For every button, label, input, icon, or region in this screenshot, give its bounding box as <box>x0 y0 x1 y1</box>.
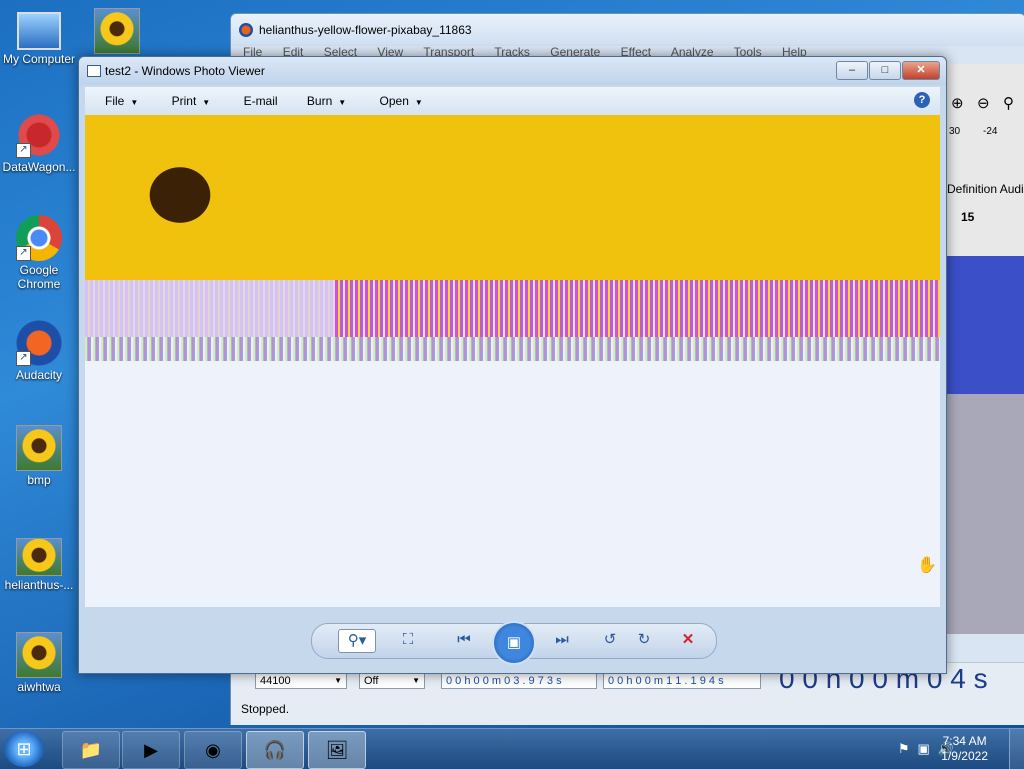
chevron-down-icon: ▼ <box>334 676 342 685</box>
audio-track-waveform[interactable] <box>947 256 1024 394</box>
minimize-button[interactable]: – <box>836 61 868 80</box>
desktop-icon-datawagon[interactable]: ↗ DataWagon... <box>0 112 78 174</box>
audacity-title: helianthus-yellow-flower-pixabay_11863 <box>259 23 472 37</box>
taskbar-audacity-button[interactable]: 🎧 <box>246 731 304 769</box>
desktop-icon-my-computer[interactable]: My Computer <box>0 8 78 66</box>
rotate-counterclockwise-button[interactable]: ↺ <box>596 629 624 651</box>
network-icon[interactable]: ▣ <box>918 741 930 757</box>
meter-tick: -24 <box>983 126 998 137</box>
desktop-icon-bmp[interactable]: bmp <box>0 425 78 487</box>
photo-viewer-controls: ⚲▾ ⛶ ⏮ ▣ ⏭ ↺ ↻ ✕ <box>311 621 717 665</box>
taskbar-chrome-button[interactable]: ◉ <box>184 731 242 769</box>
shortcut-arrow-icon: ↗ <box>16 351 31 366</box>
desktop-icon-label: My Computer <box>2 52 76 66</box>
zoom-out-icon[interactable]: ⊖ <box>977 94 990 112</box>
hand-cursor-icon: ✋ <box>917 557 937 574</box>
audacity-status-bar: Stopped. <box>241 702 290 716</box>
snap-to-value: Off <box>364 675 379 687</box>
timeline-ruler-mark: 15 <box>961 210 975 224</box>
desktop-icon-label: Google Chrome <box>17 263 61 291</box>
sunflower-image <box>85 115 940 280</box>
photo-viewer-title: test2 - Windows Photo Viewer <box>105 64 265 78</box>
audio-device-label[interactable]: Definition Audi <box>947 182 1024 196</box>
photo-viewer-window[interactable]: test2 - Windows Photo Viewer – □ ✕ File ▼… <box>78 56 947 674</box>
audacity-icon: ↗ <box>16 320 62 366</box>
chevron-down-icon[interactable]: ▼ <box>202 98 210 107</box>
taskbar: ⊞ 📁 ▶ ◉ 🎧 🖼 ⚑ ▣ 🔊 7:34 AM 1/9/2022 <box>0 728 1024 769</box>
photo-viewer-app-icon <box>87 65 101 77</box>
chevron-down-icon[interactable]: ▼ <box>130 98 138 107</box>
taskbar-photo-viewer-button[interactable]: 🖼 <box>308 731 366 769</box>
image-file-icon <box>94 8 140 54</box>
taskbar-explorer-button[interactable]: 📁 <box>62 731 120 769</box>
chevron-down-icon[interactable]: ▼ <box>338 98 346 107</box>
desktop-icon-aiwhtwa[interactable]: aiwhtwa <box>0 632 78 694</box>
rotate-clockwise-button[interactable]: ↻ <box>630 629 658 651</box>
photo-viewer-command-bar: File ▼ Print ▼ E-mail Burn ▼ Open ▼ ? <box>85 87 940 115</box>
menu-burn[interactable]: Burn <box>307 94 332 108</box>
menu-file[interactable]: File <box>105 94 124 108</box>
chevron-down-icon: ▼ <box>412 676 420 685</box>
computer-icon <box>17 12 61 50</box>
next-button[interactable]: ⏭ <box>548 629 576 651</box>
image-file-icon <box>16 538 62 576</box>
taskbar-clock[interactable]: 7:34 AM 1/9/2022 <box>941 734 988 764</box>
image-file-icon <box>16 425 62 471</box>
meter-tick: 30 <box>949 126 961 137</box>
show-desktop-button[interactable] <box>1009 729 1024 769</box>
clock-time: 7:34 AM <box>942 734 987 748</box>
desktop-icon-label: Audacity <box>15 368 63 382</box>
chrome-icon: ↗ <box>16 215 62 261</box>
corrupted-image-region <box>85 280 940 337</box>
desktop-icon-label: aiwhtwa <box>17 680 61 694</box>
slideshow-button[interactable]: ▣ <box>492 621 536 665</box>
shortcut-arrow-icon: ↗ <box>16 246 31 261</box>
delete-button[interactable]: ✕ <box>674 629 702 651</box>
clock-date: 1/9/2022 <box>941 749 988 763</box>
desktop-icon-label: DataWagon... <box>2 160 76 174</box>
start-button[interactable]: ⊞ <box>4 731 44 767</box>
menu-print[interactable]: Print <box>172 94 197 108</box>
corrupted-image-noise-strip <box>85 337 940 361</box>
project-rate-value: 44100 <box>260 675 291 687</box>
datawagon-icon: ↗ <box>16 112 62 158</box>
audacity-title-bar[interactable]: helianthus-yellow-flower-pixabay_11863 <box>231 14 1024 46</box>
zoom-fit-icon[interactable]: ⚲ <box>1003 94 1014 112</box>
audacity-logo-icon <box>239 23 253 37</box>
desktop-icon-google-chrome[interactable]: ↗ Google Chrome <box>0 215 78 291</box>
desktop-icon-sunflower[interactable] <box>78 8 156 56</box>
desktop-icon-helianthus[interactable]: helianthus-... <box>0 530 78 592</box>
empty-track-area <box>947 394 1024 634</box>
desktop-icon-label: helianthus-... <box>4 578 74 592</box>
zoom-button[interactable]: ⚲▾ <box>338 629 376 653</box>
image-canvas[interactable]: ✋ <box>85 115 940 607</box>
zoom-in-icon[interactable]: ⊕ <box>951 94 964 112</box>
shortcut-arrow-icon: ↗ <box>16 143 31 158</box>
desktop-icon-audacity[interactable]: ↗ Audacity <box>0 320 78 382</box>
maximize-button[interactable]: □ <box>869 61 901 80</box>
desktop-icon-label: bmp <box>27 473 51 487</box>
menu-open[interactable]: Open <box>380 94 409 108</box>
action-center-flag-icon[interactable]: ⚑ <box>898 741 910 757</box>
previous-button[interactable]: ⏮ <box>450 629 478 651</box>
image-file-icon <box>16 632 62 678</box>
help-icon[interactable]: ? <box>914 92 930 108</box>
close-button[interactable]: ✕ <box>902 61 940 80</box>
window-controls: – □ ✕ <box>836 61 940 80</box>
actual-size-button[interactable]: ⛶ <box>394 629 422 651</box>
chevron-down-icon[interactable]: ▼ <box>415 98 423 107</box>
photo-viewer-title-bar[interactable]: test2 - Windows Photo Viewer – □ ✕ <box>79 57 946 85</box>
menu-email[interactable]: E-mail <box>244 94 278 108</box>
taskbar-media-player-button[interactable]: ▶ <box>122 731 180 769</box>
